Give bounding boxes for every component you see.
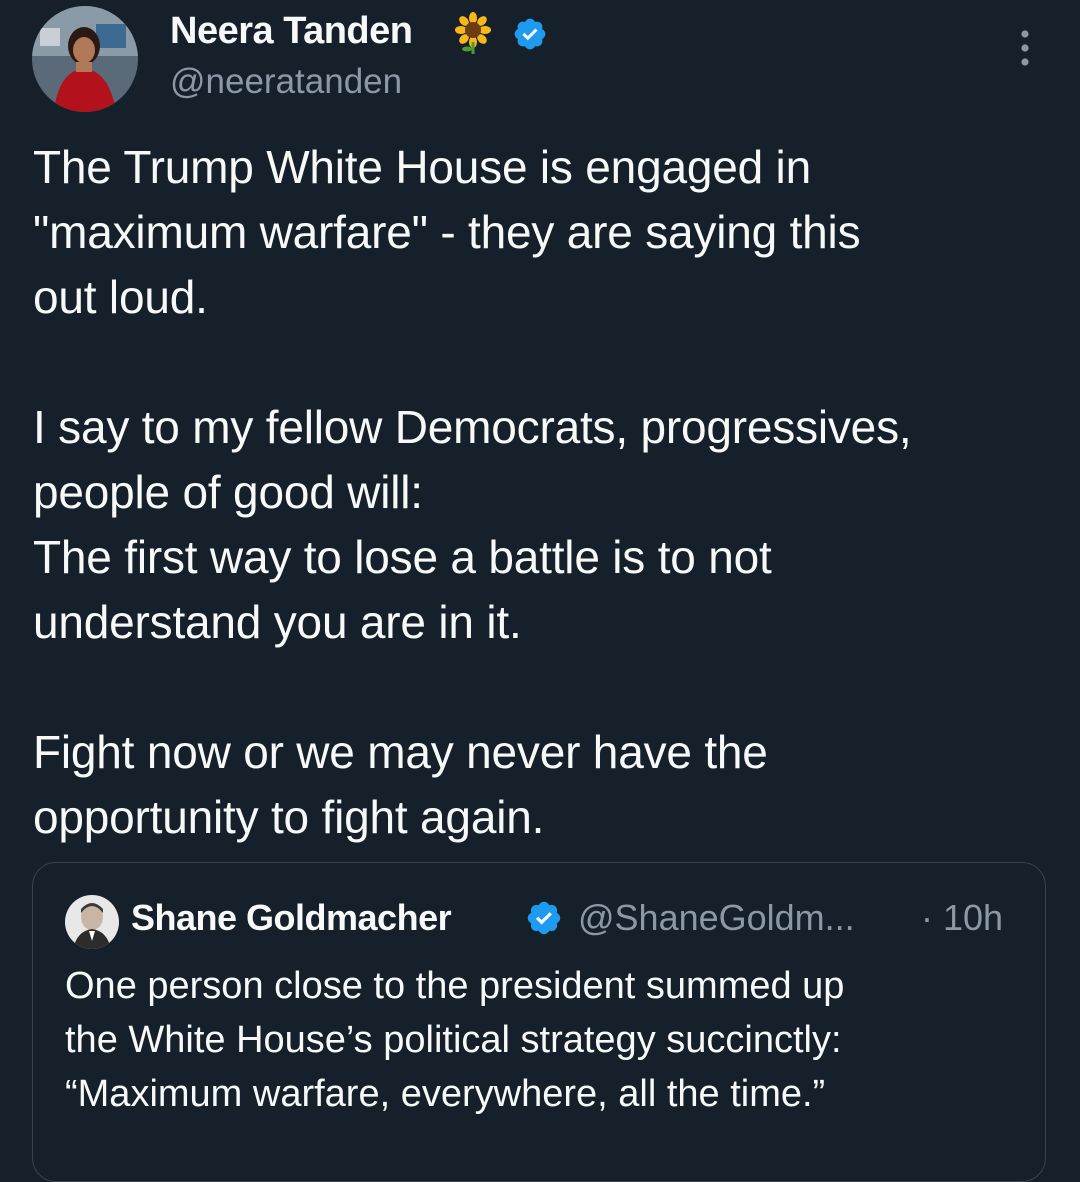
quoted-author-name[interactable]: Shane Goldmacher <box>131 897 452 939</box>
verified-badge-icon <box>527 901 561 935</box>
tweet-body-line: The Trump White House is engaged in <box>33 141 811 193</box>
tweet-card: Neera Tanden @neeratanden The Trump Whit… <box>0 0 1080 1182</box>
author-name[interactable]: Neera Tanden <box>170 10 413 53</box>
quoted-timestamp[interactable]: 10h <box>943 897 1003 939</box>
quoted-body-line: One person close to the president summed… <box>65 965 845 1007</box>
tweet-body-line: out loud. <box>33 271 208 323</box>
author-avatar-image <box>32 6 138 112</box>
quoted-author-handle[interactable]: @ShaneGoldm... <box>578 897 855 939</box>
quoted-tweet[interactable]: Shane Goldmacher @ShaneGoldm... · 10h On… <box>32 862 1046 1182</box>
sunflower-icon <box>455 12 491 54</box>
tweet-body-line: The first way to lose a battle is to not <box>33 531 772 583</box>
tweet-body-line: Fight now or we may never have the <box>33 726 768 778</box>
author-avatar[interactable] <box>32 6 138 112</box>
tweet-body: The Trump White House is engaged in "max… <box>33 135 1043 850</box>
tweet-body-line: people of good will: <box>33 466 423 518</box>
quoted-author-avatar[interactable] <box>65 895 119 949</box>
verified-badge-icon <box>514 18 546 50</box>
more-options-icon[interactable] <box>1012 28 1038 68</box>
quoted-body-line: the White House’s political strategy suc… <box>65 1019 842 1061</box>
quoted-tweet-body: One person close to the president summed… <box>65 959 1025 1121</box>
quoted-body-line: “Maximum warfare, everywhere, all the ti… <box>65 1073 826 1115</box>
separator-dot: · <box>921 897 933 938</box>
author-handle[interactable]: @neeratanden <box>170 62 402 102</box>
tweet-body-line: opportunity to fight again. <box>33 791 545 843</box>
tweet-body-line: I say to my fellow Democrats, progressiv… <box>33 401 912 453</box>
tweet-body-line: understand you are in it. <box>33 596 522 648</box>
quoted-author-avatar-image <box>65 895 119 949</box>
tweet-body-line: "maximum warfare" - they are saying this <box>33 206 861 258</box>
